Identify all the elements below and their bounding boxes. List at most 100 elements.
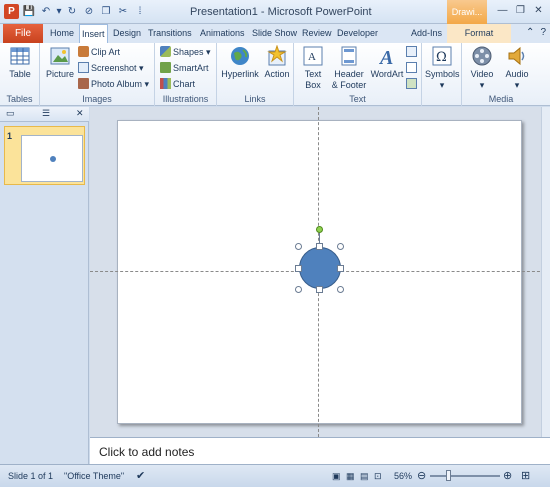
copy-icon[interactable]: ❐: [99, 4, 113, 19]
symbols-dropdown-icon: ▾: [439, 80, 445, 90]
group-illustrations: Shapes ▾ SmartArt Chart Illustrations: [155, 43, 217, 106]
powerpoint-window: P 💾 ↶ ▾ ↻ ⊘ ❐ ✂ ⁞ Presentation1 - Micros…: [0, 0, 550, 487]
zoom-slider-track[interactable]: [430, 475, 500, 477]
video-dropdown-icon: ▾: [479, 80, 485, 90]
action-button[interactable]: Action: [261, 45, 293, 80]
customize-qat-icon[interactable]: ⁞: [133, 4, 147, 19]
chart-icon: [160, 78, 171, 89]
rotation-handle[interactable]: [316, 226, 323, 233]
tab-home[interactable]: Home: [50, 24, 74, 43]
slide-thumbnail[interactable]: [21, 135, 83, 182]
tab-file[interactable]: File: [3, 24, 43, 43]
tab-slide-show[interactable]: Slide Show: [252, 24, 297, 43]
repeat-icon[interactable]: ⊘: [82, 4, 96, 19]
tables-group-label: Tables: [6, 94, 33, 104]
save-icon[interactable]: 💾: [22, 4, 36, 19]
oval-shape[interactable]: [299, 247, 341, 289]
slide-show-view-icon[interactable]: ⊡: [374, 471, 382, 482]
wordart-icon: A: [378, 47, 393, 67]
object-icon[interactable]: [406, 78, 417, 89]
hyperlink-button[interactable]: Hyperlink: [220, 45, 260, 80]
reading-view-icon[interactable]: ▤: [360, 471, 369, 482]
resize-handle-top-left[interactable]: [295, 243, 302, 250]
restore-icon[interactable]: ❐: [513, 4, 528, 18]
clip-art-icon: [78, 46, 89, 57]
window-controls: — ❐ ✕: [495, 4, 546, 18]
tab-format[interactable]: Format: [447, 24, 511, 43]
screenshot-button[interactable]: Screenshot ▾: [78, 62, 144, 75]
photo-album-icon: [78, 78, 89, 89]
fit-slide-icon[interactable]: ⊞: [521, 469, 530, 482]
wordart-button[interactable]: A WordArt: [369, 45, 405, 80]
spelling-check-icon[interactable]: ✔: [136, 469, 145, 482]
text-box-icon: A: [303, 46, 323, 66]
action-star-icon: [267, 45, 287, 66]
zoom-slider-thumb[interactable]: [446, 470, 451, 481]
theme-status[interactable]: "Office Theme": [64, 471, 124, 481]
minimize-icon[interactable]: —: [495, 4, 510, 18]
wordart-label: WordArt: [370, 69, 404, 79]
undo-icon[interactable]: ↶: [39, 4, 53, 19]
symbols-button[interactable]: Ω Symbols ▾: [425, 45, 460, 91]
tab-animations[interactable]: Animations: [200, 24, 245, 43]
audio-dropdown-icon: ▾: [514, 80, 520, 90]
vertical-scrollbar[interactable]: [541, 107, 550, 437]
smartart-icon: [160, 62, 171, 73]
close-icon[interactable]: ✕: [531, 4, 546, 18]
tab-add-ins[interactable]: Add-Ins: [411, 24, 442, 43]
redo-icon[interactable]: ↻: [65, 4, 79, 19]
text-box-label-1: Text: [304, 69, 322, 79]
notes-pane[interactable]: Click to add notes: [90, 437, 550, 464]
cut-icon[interactable]: ✂: [116, 4, 130, 19]
tab-insert[interactable]: Insert: [79, 24, 108, 43]
header-footer-button[interactable]: Header & Footer: [330, 45, 368, 91]
picture-button[interactable]: Picture: [44, 45, 76, 80]
slide-number-icon[interactable]: [406, 62, 417, 73]
resize-handle-right[interactable]: [337, 265, 344, 272]
slide-number: 1: [7, 131, 13, 141]
group-media: Video ▾ Audio ▾ Media: [462, 43, 540, 106]
zoom-level[interactable]: 56%: [394, 471, 412, 481]
tab-developer[interactable]: Developer: [337, 24, 378, 43]
shapes-button[interactable]: Shapes ▾: [160, 46, 211, 59]
resize-handle-top-right[interactable]: [337, 243, 344, 250]
video-button[interactable]: Video ▾: [465, 45, 499, 91]
outline-tab-icon[interactable]: ☰: [42, 108, 50, 119]
powerpoint-app-icon[interactable]: P: [4, 4, 19, 19]
resize-handle-left[interactable]: [295, 265, 302, 272]
date-time-icon[interactable]: [406, 46, 417, 57]
audio-button[interactable]: Audio ▾: [500, 45, 534, 91]
group-images: Picture Clip Art Screenshot ▾ Photo Albu…: [40, 43, 155, 106]
chart-button[interactable]: Chart: [160, 78, 195, 91]
undo-dropdown-icon[interactable]: ▾: [56, 4, 62, 19]
resize-handle-bottom-left[interactable]: [295, 286, 302, 293]
minimize-ribbon-icon[interactable]: ⌃: [526, 27, 534, 38]
resize-handle-top[interactable]: [316, 243, 323, 250]
omega-icon: Ω: [432, 46, 452, 66]
text-box-button[interactable]: A Text Box: [298, 45, 328, 91]
picture-icon: [50, 47, 70, 65]
tab-design[interactable]: Design: [113, 24, 141, 43]
slide-thumbnail-selected[interactable]: [4, 126, 85, 185]
normal-view-icon[interactable]: ▣: [332, 471, 341, 482]
quick-access-toolbar: 💾 ↶ ▾ ↻ ⊘ ❐ ✂ ⁞: [22, 4, 147, 19]
slides-panel: ▭ ☰ ✕ 1: [0, 107, 89, 464]
slides-tab-icon[interactable]: ▭: [6, 108, 15, 119]
help-icon[interactable]: ?: [540, 27, 546, 38]
resize-handle-bottom[interactable]: [316, 286, 323, 293]
action-label: Action: [264, 69, 290, 79]
text-group-label: Text: [349, 94, 366, 104]
slide-sorter-view-icon[interactable]: ▦: [346, 471, 355, 482]
text-box-label-2: Box: [305, 80, 321, 90]
tab-transitions[interactable]: Transitions: [148, 24, 192, 43]
tab-review[interactable]: Review: [302, 24, 332, 43]
zoom-in-icon[interactable]: ⊕: [503, 469, 512, 482]
photo-album-button[interactable]: Photo Album ▾: [78, 78, 149, 91]
shapes-icon: [160, 46, 171, 57]
table-button[interactable]: Table: [6, 45, 34, 80]
smartart-button[interactable]: SmartArt: [160, 62, 209, 75]
close-panel-icon[interactable]: ✕: [76, 108, 84, 119]
zoom-out-icon[interactable]: ⊖: [417, 469, 426, 482]
clip-art-button[interactable]: Clip Art: [78, 46, 120, 59]
resize-handle-bottom-right[interactable]: [337, 286, 344, 293]
